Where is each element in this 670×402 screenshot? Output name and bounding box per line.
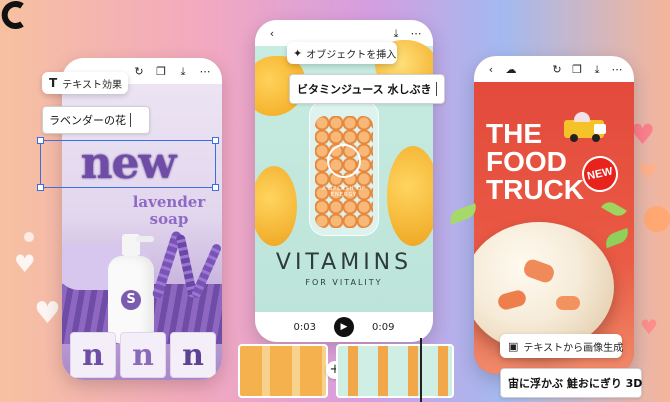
tile-letter: n: [82, 337, 104, 373]
effect-tile[interactable]: n: [120, 332, 166, 378]
playback-bar: 0:03 ▶ 0:09: [255, 312, 433, 342]
text-effects-label: テキスト効果: [62, 79, 122, 91]
download-icon[interactable]: ⤓: [389, 26, 403, 40]
effect-tile[interactable]: n: [170, 332, 216, 378]
heart-icon: ♥: [638, 160, 658, 185]
more-icon[interactable]: ⋯: [198, 64, 212, 78]
download-icon[interactable]: ⤓: [590, 62, 604, 76]
more-icon[interactable]: ⋯: [610, 62, 624, 76]
food-canvas: THE FOOD TRUCK NEW: [474, 82, 634, 374]
tile-letter: n: [132, 337, 154, 373]
food-title-line: THE: [486, 118, 542, 149]
download-icon[interactable]: ⤓: [176, 64, 190, 78]
redo-icon[interactable]: ↻: [132, 64, 146, 78]
right-prompt-value: 宙に浮かぶ 鮭おにぎり 3D: [508, 377, 643, 390]
left-prompt-input[interactable]: ラベンダーの花: [42, 106, 150, 134]
timeline-clip[interactable]: [238, 344, 328, 398]
timeline-clip[interactable]: [336, 344, 454, 398]
vitamin-jar: A SPLASH OF ENERGY: [309, 86, 379, 236]
tile-letter: n: [182, 337, 204, 373]
tile-row: n n n: [70, 332, 216, 378]
back-icon[interactable]: ‹: [265, 26, 279, 40]
right-prompt-input[interactable]: 宙に浮かぶ 鮭おにぎり 3D: [500, 368, 642, 398]
decor-bubble: [24, 232, 34, 242]
selection-handle[interactable]: [37, 184, 44, 191]
soap-bottle: S: [108, 234, 154, 344]
headline-text: new: [80, 138, 177, 189]
more-icon[interactable]: ⋯: [409, 26, 423, 40]
subline-text: lavender soap: [132, 193, 206, 228]
insert-object-button[interactable]: ✦ オブジェクトを挿入: [287, 42, 397, 64]
food-title-line: FOOD: [486, 146, 567, 177]
selection-handle[interactable]: [212, 137, 219, 144]
play-button[interactable]: ▶: [334, 317, 354, 337]
time-end: 0:09: [372, 321, 395, 333]
heart-icon: ♥: [14, 250, 36, 278]
effect-tile[interactable]: n: [70, 332, 116, 378]
vitamins-title: VITAMINS: [275, 250, 413, 275]
layers-icon[interactable]: ❐: [154, 64, 168, 78]
image-sparkle-icon: ▣: [508, 339, 519, 353]
rice-ball: [474, 222, 614, 352]
phone-right: ‹ ☁ ↻ ❐ ⤓ ⋯ THE FOOD TRUCK NEW: [474, 56, 634, 374]
text-effects-button[interactable]: T テキスト効果: [42, 72, 128, 94]
leaf-decor: [602, 227, 632, 249]
heart-icon: ♥: [34, 296, 61, 331]
new-badge: NEW: [578, 152, 622, 196]
timeline-playhead[interactable]: [420, 338, 422, 402]
right-toolbar: ‹ ☁ ↻ ❐ ⤓ ⋯: [474, 56, 634, 82]
heart-icon: ♥: [640, 315, 658, 339]
text-effect-icon: T: [49, 76, 58, 90]
new-badge-text: NEW: [586, 165, 614, 183]
cloud-icon[interactable]: ☁: [504, 62, 518, 76]
phone-center: ‹ ⤓ ⋯ A SPLASH OF ENERGY VITAMINS FOR VI…: [255, 20, 433, 342]
food-title-line: TRUCK: [486, 174, 584, 205]
left-prompt-value: ラベンダーの花: [49, 114, 126, 127]
center-prompt-input[interactable]: ビタミンジュース 水しぶき: [289, 74, 445, 104]
juice-splash: [255, 166, 297, 246]
selection-handle[interactable]: [37, 137, 44, 144]
sparkle-icon: ✦: [293, 46, 303, 60]
insert-object-label: オブジェクトを挿入: [306, 49, 397, 61]
layers-icon[interactable]: ❐: [570, 62, 584, 76]
back-icon[interactable]: ‹: [484, 62, 498, 76]
brand-logo: [0, 0, 30, 30]
time-current: 0:03: [293, 321, 316, 333]
center-prompt-value: ビタミンジュース 水しぶき: [297, 83, 432, 96]
text-to-image-label: テキストから画像生成: [523, 342, 624, 354]
video-timeline: +: [238, 338, 454, 402]
play-icon: ▶: [340, 321, 348, 332]
text-to-image-button[interactable]: ▣ テキストから画像生成: [500, 334, 624, 358]
decor-bubble: [644, 206, 670, 232]
juice-splash: [387, 146, 433, 246]
jar-label: A SPLASH OF ENERGY: [322, 186, 366, 198]
redo-icon[interactable]: ↻: [550, 62, 564, 76]
selection-handle[interactable]: [212, 184, 219, 191]
food-truck-icon: [564, 112, 610, 142]
vitamins-subtitle: FOR VITALITY: [305, 278, 383, 287]
headline-selection[interactable]: new: [37, 137, 219, 191]
